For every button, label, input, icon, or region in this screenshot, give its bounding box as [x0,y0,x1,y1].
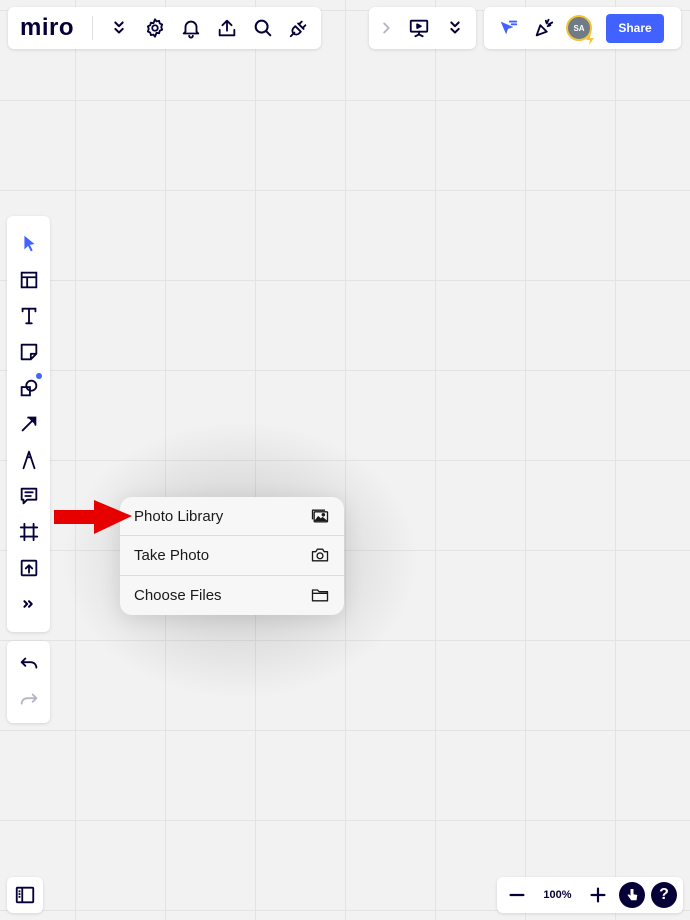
folder-icon [311,589,329,602]
help-icon: ? [659,886,669,903]
presentation-icon[interactable] [401,10,437,46]
comment-icon[interactable] [11,478,47,514]
photo-library-icon [311,509,329,523]
zoom-controls: 100% ? [497,877,683,913]
chevron-double-down-icon[interactable] [437,10,473,46]
cursor-filter-icon[interactable] [490,10,526,46]
zoom-level[interactable]: 100% [538,889,578,901]
undo-icon[interactable] [11,646,47,682]
zoom-in-button[interactable] [584,877,612,913]
bell-icon[interactable] [173,10,209,46]
presentation-toolbar [369,7,476,49]
avatar-initials: SA [573,23,585,33]
redo-icon[interactable] [11,682,47,718]
history-toolbar [7,641,50,723]
panel-layout-icon [7,877,43,913]
pen-icon[interactable] [11,442,47,478]
text-icon[interactable] [11,298,47,334]
frame-icon[interactable] [11,514,47,550]
upload-icon[interactable] [209,10,245,46]
menu-item-choose-files[interactable]: Choose Files [120,576,344,615]
select-arrow-icon[interactable] [11,226,47,262]
chevron-right-icon[interactable] [371,10,401,46]
menu-item-label: Photo Library [134,507,224,525]
menu-item-label: Take Photo [134,546,210,564]
zoom-out-button[interactable] [503,877,531,913]
chevron-double-down-icon[interactable] [101,10,137,46]
search-icon[interactable] [245,10,281,46]
templates-icon[interactable] [11,262,47,298]
share-button[interactable]: Share [606,13,664,43]
upload-menu: Photo Library Take Photo Choose Files [120,497,344,615]
toolbar-divider [92,16,93,40]
connector-arrow-icon[interactable] [11,406,47,442]
gear-icon[interactable] [137,10,173,46]
upload-icon[interactable] [11,550,47,586]
miro-logo[interactable]: miro [20,14,82,42]
creation-toolbar [7,216,50,632]
notification-dot [36,373,42,379]
lightning-icon [586,33,594,45]
menu-item-label: Choose Files [134,586,222,604]
avatar[interactable]: SA [566,15,594,45]
red-arrow-icon [54,500,132,534]
plug-icon[interactable] [281,10,317,46]
celebrate-icon[interactable] [526,10,562,46]
menu-item-take-photo[interactable]: Take Photo [120,536,344,576]
sticky-note-icon[interactable] [11,334,47,370]
collaboration-toolbar: SA Share [484,7,681,49]
main-toolbar: miro [8,7,321,49]
sidebar-toggle[interactable] [7,877,43,913]
more-icon[interactable] [11,586,47,622]
camera-icon [311,548,329,562]
help-button[interactable]: ? [651,882,677,908]
menu-item-photo-library[interactable]: Photo Library [120,497,344,537]
hand-pointer-icon[interactable] [618,882,645,908]
